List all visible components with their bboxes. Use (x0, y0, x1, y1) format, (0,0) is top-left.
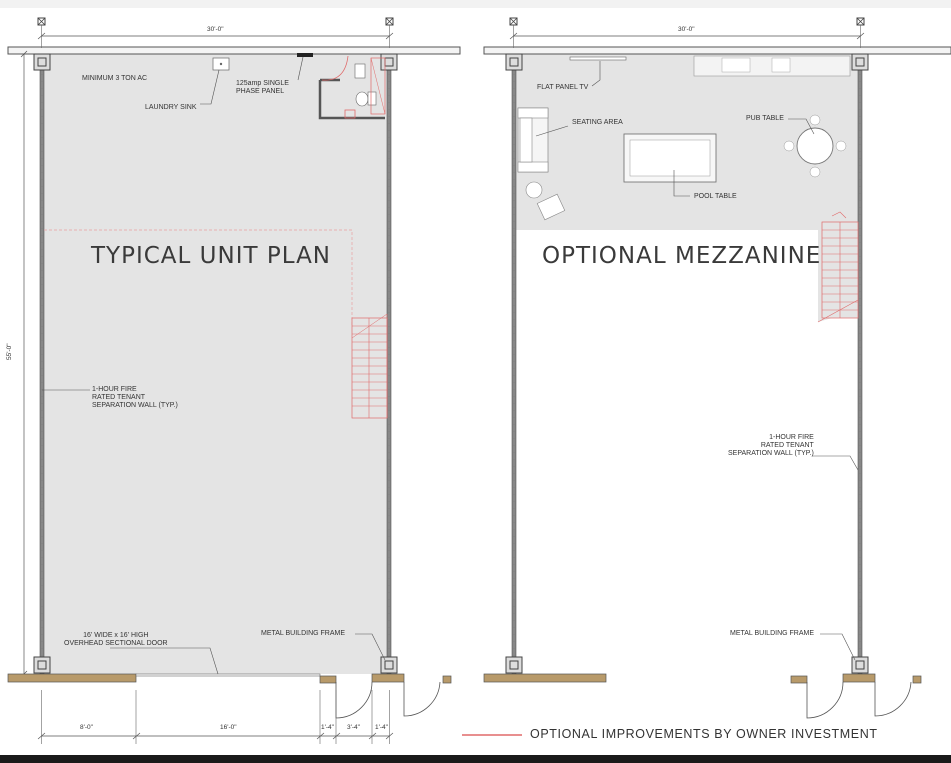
bathroom-sink (354, 63, 366, 79)
electrical-panel-label: 125amp SINGLE PHASE PANEL (236, 80, 289, 95)
left-stairs (351, 313, 388, 419)
left-footing-west (7, 673, 137, 683)
bottom-band (0, 755, 951, 763)
laundry-sink-label: LAUNDRY SINK (145, 104, 197, 111)
right-width-dimension: 30'-0" (678, 26, 695, 33)
seating-label: SEATING AREA (572, 119, 623, 126)
right-footing-west (483, 673, 607, 683)
left-column-se (380, 656, 398, 674)
top-band (0, 0, 951, 8)
left-width-dimension: 30'-0" (207, 26, 224, 33)
legend-label: OPTIONAL IMPROVEMENTS BY OWNER INVESTMEN… (530, 727, 878, 741)
overhead-door (135, 673, 321, 677)
left-wall-note: 1-HOUR FIRE RATED TENANT SEPARATION WALL… (92, 386, 178, 409)
tv-label: FLAT PANEL TV (537, 84, 589, 91)
overhead-door-label: 16' WIDE x 16' HIGH OVERHEAD SECTIONAL D… (64, 632, 168, 647)
right-frame-label: METAL BUILDING FRAME (730, 630, 815, 637)
right-wall-west (511, 53, 517, 675)
mezzanine-floor (514, 54, 860, 322)
dim-label-1: 8'-0" (80, 724, 93, 731)
right-stairs (817, 211, 859, 323)
left-column-sw (33, 656, 51, 674)
dim-label-4: 3'-4" (347, 724, 360, 731)
dim-label-2: 16'-0" (220, 724, 237, 731)
right-column-ne (851, 53, 869, 71)
pub-table-label: PUB TABLE (746, 115, 784, 122)
floor-plan-drawing (0, 0, 951, 763)
ac-note: MINIMUM 3 TON AC (82, 75, 148, 82)
flat-panel-tv (569, 56, 627, 61)
left-column-nw (33, 53, 51, 71)
left-plan-title: TYPICAL UNIT PLAN (91, 243, 332, 269)
toilet (355, 91, 369, 107)
left-wall-west (39, 53, 45, 675)
right-wall-east (857, 53, 863, 675)
right-plan-title: OPTIONAL MEZZANINE (542, 243, 822, 269)
pool-table-label: POOL TABLE (694, 193, 737, 200)
dim-label-5: 1'-4" (375, 724, 388, 731)
right-column-sw (505, 656, 523, 674)
left-top-beam (7, 46, 461, 55)
electrical-panel (297, 53, 313, 57)
left-wall-east (386, 53, 392, 675)
right-plan (462, 17, 951, 736)
left-frame-label: METAL BUILDING FRAME (261, 630, 346, 637)
dim-label-3: 1'-4" (321, 724, 334, 731)
left-depth-dimension: 55'-0" (6, 343, 13, 360)
side-door-swing (403, 681, 441, 717)
left-column-ne (380, 53, 398, 71)
right-top-beam (483, 46, 951, 55)
right-column-nw (505, 53, 523, 71)
entry-door-swing (335, 681, 373, 719)
left-floor (42, 54, 390, 674)
right-wall-note: 1-HOUR FIRE RATED TENANT SEPARATION WALL… (728, 434, 814, 457)
